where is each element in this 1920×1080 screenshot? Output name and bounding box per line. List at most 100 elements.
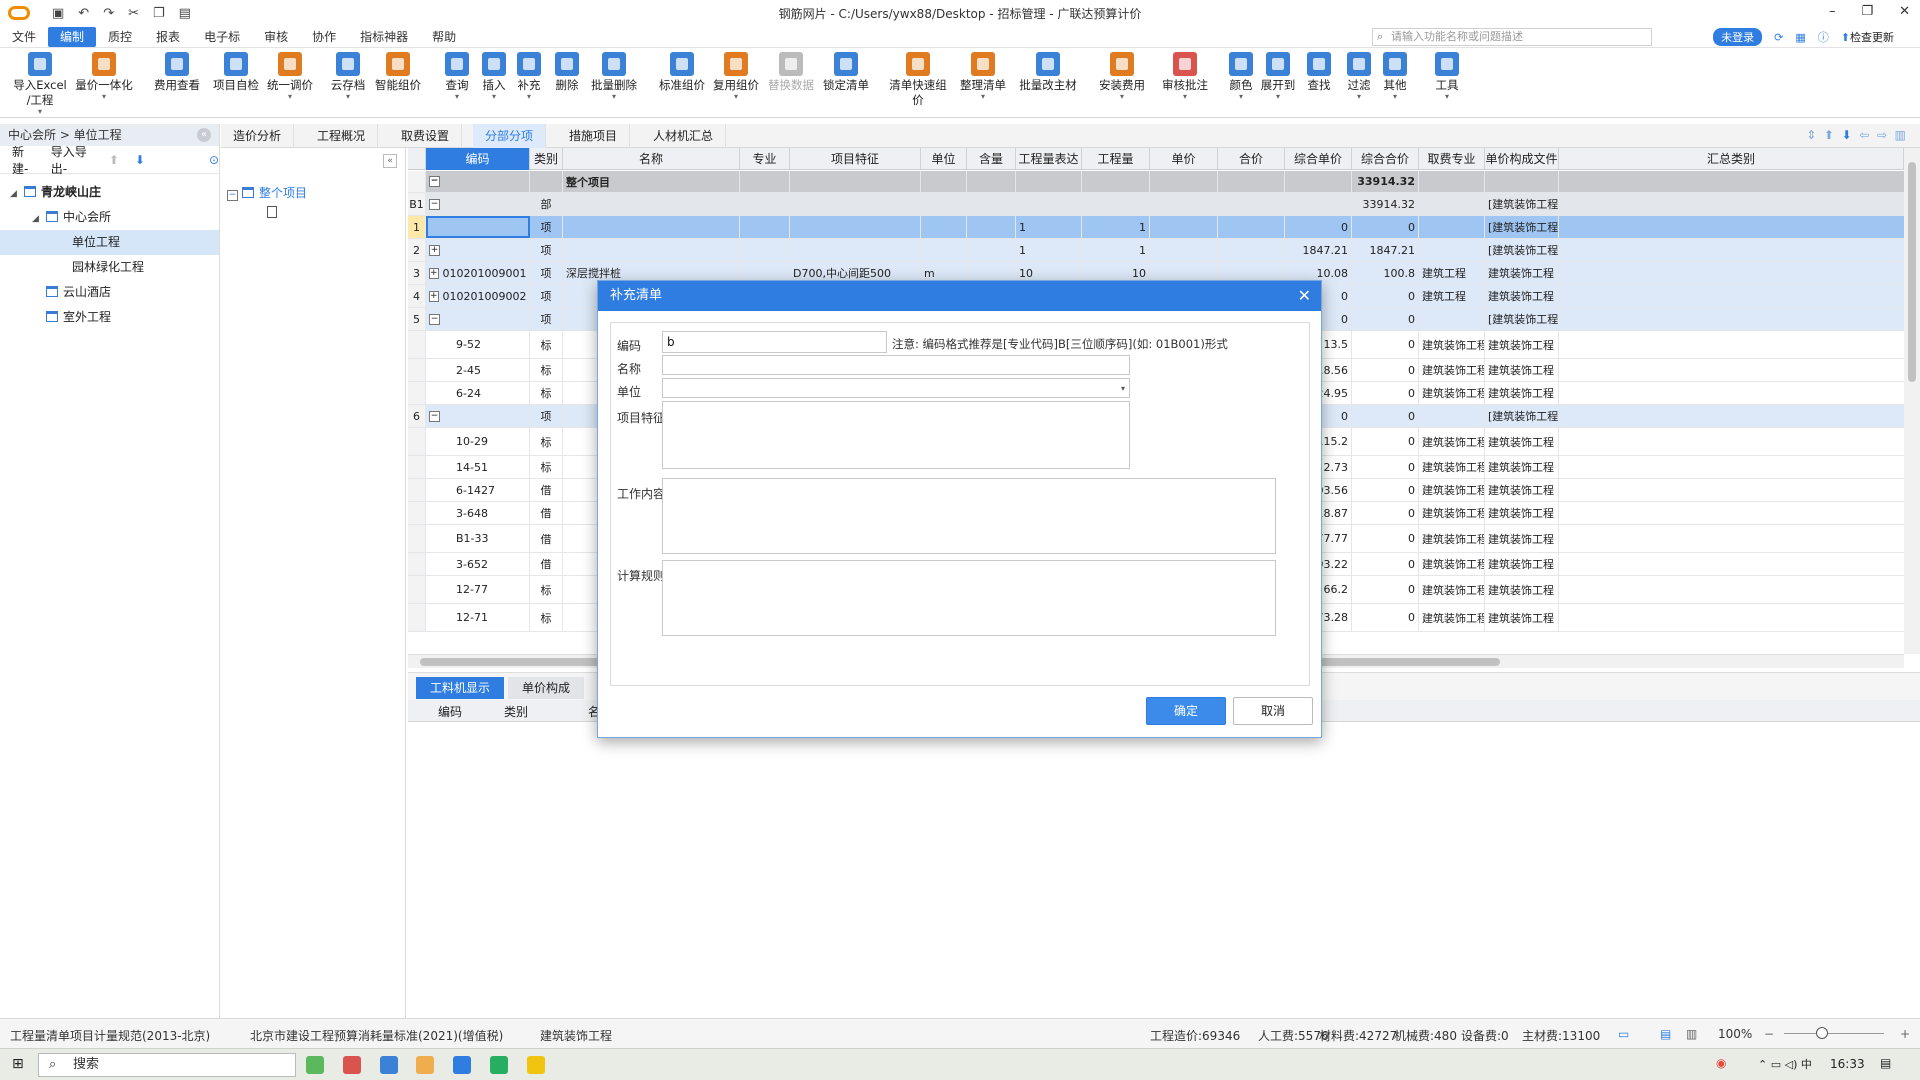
ribbon-button-15[interactable]: 锁定清单 (814, 52, 878, 93)
cell-fee[interactable]: 建筑装饰工程 (1419, 502, 1485, 524)
cell-qty_expr[interactable] (1016, 193, 1082, 215)
ribbon-button-6[interactable]: 智能组价 (366, 52, 430, 93)
cell-comp_unit[interactable] (1285, 193, 1352, 215)
cell-name[interactable] (563, 193, 740, 215)
cell-file[interactable]: 建筑装饰工程 (1485, 479, 1559, 501)
zoom-in-icon[interactable]: + (1900, 1027, 1910, 1041)
redo-icon[interactable]: ↷ (103, 6, 114, 21)
cell-qty_expr[interactable] (1016, 171, 1082, 192)
nav-root-item[interactable]: − 整个项目 (227, 184, 307, 201)
cell-num[interactable] (408, 331, 426, 358)
zoom-slider[interactable] (1784, 1033, 1884, 1034)
cell-unit_price[interactable] (1150, 216, 1218, 238)
tree-toggle-icon[interactable]: ◢ (10, 182, 20, 207)
expand-toggle[interactable]: + (429, 244, 440, 256)
cell-file[interactable]: 建筑装饰工程 (1485, 456, 1559, 478)
cell-cat[interactable]: 借 (530, 502, 563, 524)
menu-edit[interactable]: 编制 (48, 26, 97, 47)
cell-code[interactable]: 10-29 (426, 428, 530, 455)
cell-num[interactable]: 2 (408, 239, 426, 261)
paste-icon[interactable]: ▤ (179, 6, 191, 21)
ribbon-button-26[interactable]: 工具 ▾ (1415, 52, 1479, 101)
cell-file[interactable]: [建筑装饰工程] (1485, 239, 1559, 261)
cell-fee[interactable]: 建筑装饰工程 (1419, 456, 1485, 478)
cell-prof[interactable] (740, 216, 790, 238)
minimize-icon[interactable]: – (1829, 4, 1836, 19)
cell-total[interactable] (1218, 216, 1285, 238)
ribbon-button-11[interactable]: 批量删除 ▾ (582, 52, 646, 101)
cell-fee[interactable]: 建筑装饰工程 (1419, 576, 1485, 603)
cell-num[interactable] (408, 456, 426, 478)
ribbon-button-4[interactable]: 统一调价 ▾ (258, 52, 322, 101)
work-content-textarea[interactable] (662, 478, 1276, 554)
cell-cat[interactable]: 借 (530, 479, 563, 501)
column-header[interactable]: 单位 (921, 148, 967, 170)
cell-prof[interactable] (740, 171, 790, 192)
cell-name[interactable] (563, 239, 740, 261)
column-header[interactable]: 单价构成文件 (1485, 148, 1559, 170)
grid-vertical-scrollbar[interactable] (1904, 148, 1920, 654)
cell-cat[interactable]: 借 (530, 525, 563, 552)
cell-cat[interactable]: 标 (530, 576, 563, 603)
cell-num[interactable] (408, 479, 426, 501)
dialog-close-icon[interactable]: ✕ (1298, 281, 1311, 311)
cell-unit[interactable] (921, 216, 967, 238)
collapse-toggle[interactable]: − (429, 198, 440, 210)
cell-cat[interactable] (530, 171, 563, 192)
cell-file[interactable]: 建筑装饰工程 (1485, 285, 1559, 307)
cell-code[interactable]: +010201009001 (426, 262, 530, 284)
cell-comp_total[interactable]: 0 (1352, 479, 1419, 501)
cancel-button[interactable]: 取消 (1233, 697, 1313, 725)
cell-code[interactable]: 12-71 (426, 604, 530, 631)
cell-qty[interactable]: 1 (1082, 216, 1150, 238)
cell-code[interactable]: 2-45 (426, 359, 530, 381)
cell-num[interactable]: 5 (408, 308, 426, 330)
tree-node[interactable]: 园林绿化工程 (0, 255, 219, 280)
column-header[interactable]: 单价 (1150, 148, 1218, 170)
cell-cat[interactable]: 项 (530, 308, 563, 330)
table-row[interactable]: 2 + 项 1 1 1847.21 1847.21 [建筑装饰工程] (408, 239, 1904, 262)
tree-node[interactable]: 单位工程 (0, 230, 219, 255)
help-icon[interactable]: ⓘ (1818, 29, 1829, 45)
cell-fee[interactable]: 建筑装饰工程 (1419, 604, 1485, 631)
menu-help[interactable]: 帮助 (420, 27, 468, 47)
function-search-input[interactable]: 请输入功能名称或问题描述 (1372, 28, 1652, 46)
import-export-button[interactable]: 导入导出- (51, 143, 93, 177)
tree-toggle-icon[interactable]: ◢ (32, 207, 42, 232)
cell-code[interactable]: 3-648 (426, 502, 530, 524)
tree-node[interactable]: ◢ 青龙峡山庄 (0, 180, 219, 205)
cell-file[interactable]: 建筑装饰工程 (1485, 382, 1559, 404)
collapse-icon[interactable]: « (197, 128, 211, 142)
move-up-icon[interactable]: ⬆ (109, 153, 119, 167)
login-button[interactable]: 未登录 (1713, 28, 1763, 46)
cell-file[interactable]: 建筑装饰工程 (1485, 331, 1559, 358)
cell-code[interactable]: − (426, 193, 530, 215)
column-header[interactable]: 专业 (740, 148, 790, 170)
ribbon-button-20[interactable]: 审核批注 ▾ (1153, 52, 1217, 101)
cell-comp_unit[interactable] (1285, 171, 1352, 192)
wps-icon[interactable] (343, 1056, 361, 1074)
cell-cat[interactable]: 项 (530, 405, 563, 427)
cell-file[interactable]: [建筑装饰工程] (1485, 216, 1559, 238)
split-icon[interactable]: ▥ (1686, 1027, 1697, 1041)
cell-file[interactable]: 建筑装饰工程 (1485, 359, 1559, 381)
close-icon[interactable]: ✕ (1899, 4, 1910, 19)
cell-num[interactable]: 6 (408, 405, 426, 427)
column-header[interactable]: 名称 (563, 148, 740, 170)
cell-qty[interactable] (1082, 171, 1150, 192)
cell-fee[interactable]: 建筑装饰工程 (1419, 382, 1485, 404)
cell-fee[interactable]: 建筑装饰工程 (1419, 359, 1485, 381)
cell-comp_total[interactable]: 0 (1352, 216, 1419, 238)
cell-cat[interactable]: 标 (530, 382, 563, 404)
cell-file[interactable]: 建筑装饰工程 (1485, 553, 1559, 575)
cell-content[interactable] (967, 171, 1016, 192)
cell-comp_total[interactable]: 0 (1352, 285, 1419, 307)
cell-unit[interactable] (921, 171, 967, 192)
copy-icon[interactable]: ❐ (153, 6, 165, 21)
tree-node[interactable]: ◢ 中心会所 (0, 205, 219, 230)
undo-icon[interactable]: ↶ (78, 6, 89, 21)
column-header[interactable]: 综合合价 (1352, 148, 1419, 170)
cell-code[interactable]: +010201009002 (426, 285, 530, 307)
cell-content[interactable] (967, 193, 1016, 215)
calc-rule-textarea[interactable] (662, 560, 1276, 636)
